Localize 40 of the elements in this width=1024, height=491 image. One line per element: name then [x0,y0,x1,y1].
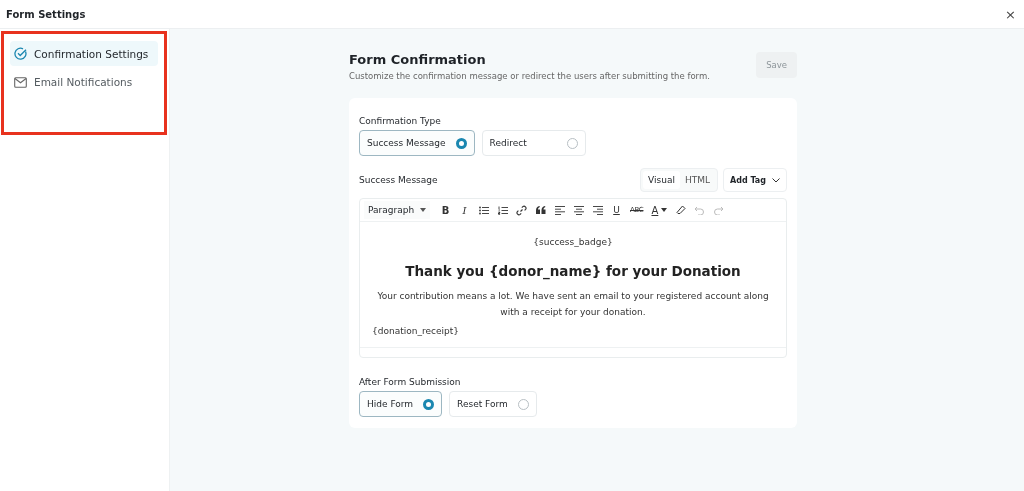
sidebar-item[interactable]: Confirmation Settings [10,41,158,66]
radio-option[interactable]: Success Message [359,130,475,156]
align-center-icon [573,205,584,215]
undo-icon [694,205,706,215]
mode-tab[interactable]: HTML [679,171,715,189]
underline-button[interactable]: U [607,201,626,219]
mode-tab[interactable]: Visual [643,171,680,189]
add-tag-button[interactable]: Add Tag [723,168,787,192]
radio-option[interactable]: Reset Form [449,391,537,417]
close-button[interactable]: × [1005,6,1016,22]
align-left-icon [554,205,565,215]
envelope-icon [14,76,27,88]
caret-icon [661,208,668,212]
field-label: Success Message [359,175,438,185]
format-dropdown[interactable]: Paragraph [364,201,430,219]
group-label: Confirmation Type [359,116,441,126]
window-title: Form Settings [6,8,86,20]
italic-button[interactable]: I [455,201,474,219]
numbered-list-icon [497,205,508,215]
message-text: Your contribution means a lot. We have sent an email to your registered account along with a receipt for your donation. [376,290,770,320]
redo-icon [713,205,725,215]
align-right-icon [592,205,603,215]
eraser-icon [675,205,686,215]
message-heading: Thank you {donor_name} for your Donation [404,261,742,282]
chevron-down-icon [772,177,780,183]
quote-icon [535,206,546,214]
radio-option[interactable]: Redirect [481,130,586,156]
caret-icon [420,208,426,212]
receipt-tag: {donation_receipt} [372,323,774,340]
group-label: After Form Submission [359,377,461,387]
sidebar-item[interactable]: Email Notifications [10,70,158,94]
section-title: Form Confirmation [349,52,487,67]
color-button[interactable]: A [647,201,672,219]
section-description: Customize the confirmation message or redirect the users after submitting the form. [349,71,710,81]
radio-option[interactable]: Hide Form [359,391,443,417]
bold-button[interactable]: B [436,201,455,219]
check-circle-icon [14,47,27,60]
link-icon [516,204,527,216]
bullet-list-icon [478,205,489,215]
badge-tag: {success_badge} [372,235,774,251]
